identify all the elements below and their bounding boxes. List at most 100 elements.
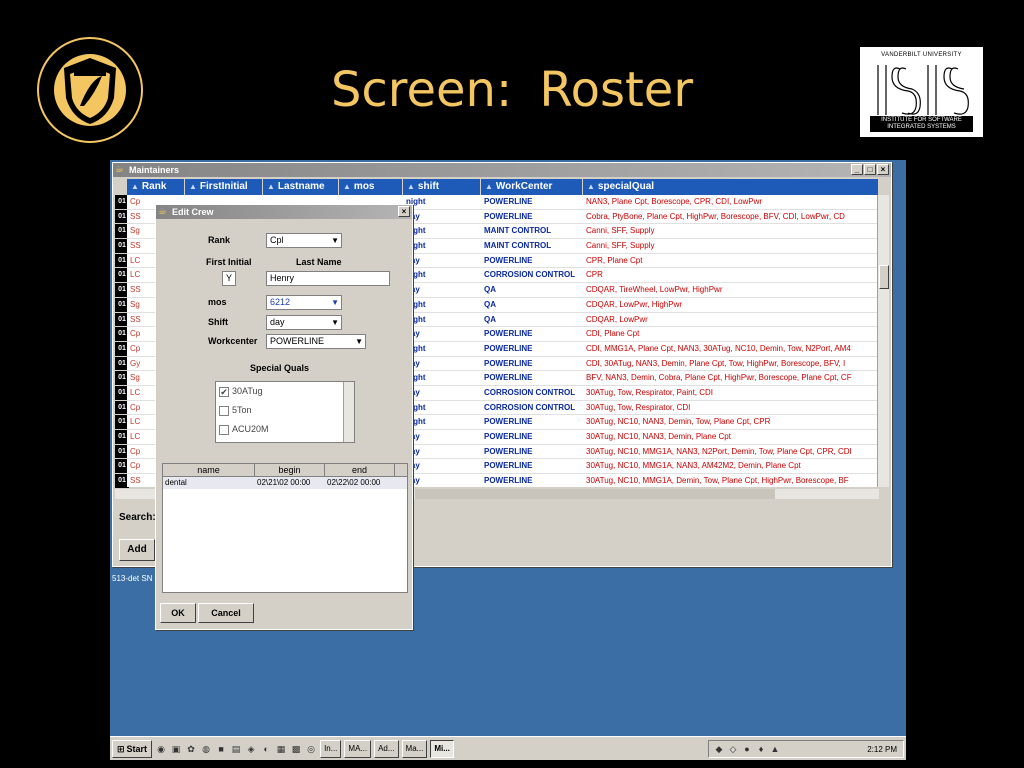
mos-select[interactable]: 6212 ▼ <box>266 295 342 310</box>
taskbar-task[interactable]: Ad... <box>374 739 399 758</box>
hscroll-thumb[interactable] <box>415 489 775 499</box>
qual-item[interactable]: ✔ 30ATug <box>216 382 354 401</box>
table-cell: night <box>406 343 426 353</box>
table-cell: night <box>406 417 426 427</box>
sort-arrow-icon: ▲ <box>407 182 415 191</box>
edit-crew-titlebar[interactable]: ☕ Edit Crew × <box>156 205 412 219</box>
tray-icon[interactable]: ● <box>741 743 753 755</box>
table-cell: POWERLINE <box>484 476 533 486</box>
checkbox-checked-icon[interactable]: ✔ <box>219 386 229 397</box>
table-cell: CORROSION CONTROL <box>484 270 576 280</box>
table-cell: POWERLINE <box>484 197 533 206</box>
column-header[interactable]: ▲ specialQual <box>583 179 879 195</box>
qual-item[interactable]: ACU20M <box>216 420 354 439</box>
quicklaunch-icon[interactable]: ▩ <box>290 743 302 755</box>
quicklaunch-icon[interactable]: ◉ <box>155 743 167 755</box>
rank-select[interactable]: Cpl ▼ <box>266 233 342 248</box>
column-header-label: WorkCenter <box>495 181 553 192</box>
ok-button[interactable]: OK <box>160 603 196 623</box>
start-label: Start <box>126 743 148 754</box>
quicklaunch-icon[interactable]: ■ <box>215 743 227 755</box>
quicklaunch-icon[interactable]: ▣ <box>170 743 182 755</box>
table-cell: CDI, MMG1A, Plane Cpt, NAN3, 30ATug, NC1… <box>586 343 851 353</box>
clock: 2:12 PM <box>867 744 897 754</box>
sort-arrow-icon: ▲ <box>587 182 595 191</box>
rank-label: Rank <box>208 235 231 245</box>
close-button[interactable]: × <box>398 206 410 217</box>
minimize-button[interactable]: _ <box>851 164 863 175</box>
chevron-down-icon: ▼ <box>331 318 339 327</box>
first-initial-field[interactable]: Y <box>222 271 236 286</box>
add-button[interactable]: Add <box>119 539 155 561</box>
table-cell: POWERLINE <box>484 417 533 427</box>
table-cell: QA <box>484 314 496 324</box>
tray-icon[interactable]: ◇ <box>727 743 739 755</box>
start-button[interactable]: ⊞ Start <box>112 739 153 758</box>
tray-icon[interactable]: ♦ <box>755 743 767 755</box>
status-text: 513-det SN <box>112 574 153 583</box>
table-cell: CDQAR, LowPwr <box>586 314 648 324</box>
tray-icon[interactable]: ◆ <box>713 743 725 755</box>
quicklaunch-icon[interactable]: ▦ <box>275 743 287 755</box>
quicklaunch-icon[interactable]: ▤ <box>230 743 242 755</box>
column-header[interactable]: ▲ Rank <box>127 179 185 195</box>
taskbar-task[interactable]: Mi... <box>430 739 454 758</box>
edit-crew-dialog: ☕ Edit Crew × Rank Cpl ▼ First Initial La… <box>155 204 413 630</box>
column-header[interactable]: ▲ WorkCenter <box>481 179 583 195</box>
quals-scrollbar[interactable] <box>343 382 354 442</box>
tray-icon[interactable]: ▲ <box>769 743 781 755</box>
rank-value: Cpl <box>270 235 284 245</box>
last-name-field[interactable]: Henry <box>266 271 390 286</box>
column-header[interactable]: ▲ Lastname <box>263 179 339 195</box>
qual-label: 5Ton <box>232 405 252 415</box>
col-begin-header[interactable]: begin <box>255 464 325 476</box>
windows-logo-icon: ⊞ <box>117 743 125 754</box>
qual-label: ACU20M <box>232 424 269 434</box>
workcenter-label: Workcenter <box>208 336 258 346</box>
taskbar-task[interactable]: Ma... <box>401 739 428 758</box>
system-tray: ◆ ◇ ● ♦ ▲ 2:12 PM <box>708 740 904 758</box>
table-cell: POWERLINE <box>484 211 533 221</box>
column-header-label: shift <box>417 181 440 192</box>
vertical-scrollbar[interactable] <box>877 195 889 487</box>
sort-arrow-icon: ▲ <box>189 182 197 191</box>
table-cell: 30ATug, NC10, NAN3, Demin, Tow, Plane Cp… <box>586 417 771 427</box>
workcenter-select[interactable]: POWERLINE ▼ <box>266 334 366 349</box>
column-header[interactable]: ▲ FirstInitial <box>185 179 263 195</box>
col-end-header[interactable]: end <box>325 464 395 476</box>
scroll-thumb[interactable] <box>879 265 889 289</box>
cell-end: 02\22\02 00:00 <box>327 478 381 487</box>
column-header[interactable]: ▲ mos <box>339 179 403 195</box>
table-cell: day <box>403 357 481 371</box>
close-button[interactable]: × <box>877 164 889 175</box>
table-row[interactable]: dental 02\21\02 00:00 02\22\02 00:00 <box>163 477 407 489</box>
taskbar-task[interactable]: MA... <box>344 739 372 758</box>
quicklaunch-icon[interactable]: ◈ <box>245 743 257 755</box>
col-name-header[interactable]: name <box>163 464 255 476</box>
quicklaunch-icon[interactable]: ◍ <box>200 743 212 755</box>
column-header[interactable]: ▲ shift <box>403 179 481 195</box>
table-cell: POWERLINE <box>484 255 533 265</box>
task-list: In... MA... Ad... Ma... Mi... <box>320 739 454 758</box>
quicklaunch-icon[interactable]: ✿ <box>185 743 197 755</box>
taskbar-task[interactable]: In... <box>320 739 342 758</box>
maintainers-titlebar[interactable]: ☕ Maintainers _ □ × <box>113 163 891 177</box>
quicklaunch-icon[interactable]: ◐ <box>260 743 272 755</box>
cell-begin: 02\21\02 00:00 <box>257 478 311 487</box>
table-cell: night <box>406 373 426 383</box>
shift-label: Shift <box>208 317 228 327</box>
table-cell: 30ATug, NC10, NAN3, Demin, Plane Cpt <box>586 432 731 441</box>
quicklaunch-icon[interactable]: ◎ <box>305 743 317 755</box>
checkbox-icon[interactable] <box>219 405 229 416</box>
cancel-button[interactable]: Cancel <box>198 603 254 623</box>
checkbox-icon[interactable] <box>219 424 229 435</box>
qual-item[interactable]: 5Ton <box>216 401 354 420</box>
table-cell: POWERLINE <box>484 432 533 441</box>
mos-label: mos <box>208 297 227 307</box>
table-cell: CPR, Plane Cpt <box>586 255 643 265</box>
table-cell: CORROSION CONTROL <box>484 387 576 397</box>
table-cell: night <box>406 299 426 309</box>
table-cell: QA <box>484 299 496 309</box>
maximize-button[interactable]: □ <box>864 164 876 175</box>
shift-select[interactable]: day ▼ <box>266 315 342 330</box>
